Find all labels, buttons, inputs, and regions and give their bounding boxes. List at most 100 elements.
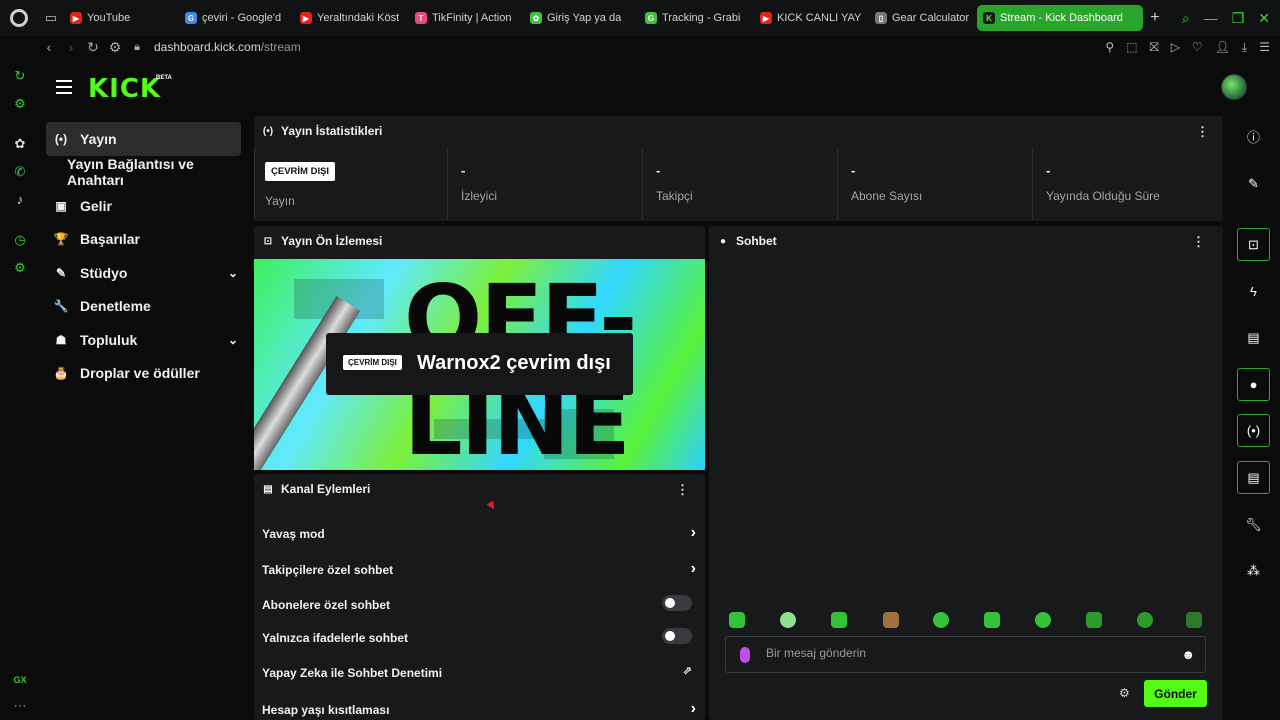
emote-icon[interactable] [1186,612,1202,628]
notes-icon[interactable]: ▤ [1237,321,1270,354]
more-icon[interactable]: ⋯ [12,698,28,714]
emote-icon[interactable] [729,612,745,628]
emoji-picker-icon[interactable]: ☻ [1181,647,1195,662]
browser-tab[interactable]: Gçeviri - Google'd [179,5,294,31]
chat-message-input[interactable] [766,646,1166,660]
gx-control-icon[interactable]: ⚙ [12,96,28,112]
actions-toggle-icon[interactable]: ▤ [1237,461,1270,494]
dashboard-nav: (•) Yayın Yayın Bağlantısı ve Anahtarı ▣… [46,122,246,390]
edit-icon[interactable]: ✎ [1237,167,1270,200]
broadcast-toggle-icon[interactable]: (•) [1237,414,1270,447]
emotes-only-toggle[interactable] [662,628,692,644]
download-icon[interactable]: ⤓ [1242,40,1247,55]
send-button[interactable]: Gönder [1144,680,1207,707]
tab-favicon-icon: ▶ [70,12,82,24]
chat-settings-icon[interactable]: ⚙ [1119,686,1130,700]
wrench-icon[interactable]: 🔧︎ [1237,508,1270,541]
nav-item-gelir[interactable]: ▣ Gelir [46,189,246,223]
nav-item-denetleme[interactable]: 🔧 Denetleme [46,290,246,324]
beta-label: BETA [156,75,172,81]
tiktok-icon[interactable]: ♪ [12,191,28,207]
gx-label[interactable]: GX [12,672,28,688]
subscribers-only-toggle[interactable] [662,595,692,611]
pin-icon[interactable]: ⚲ [1105,40,1114,54]
browser-tab[interactable]: ▶ YouTube [64,5,179,31]
info-icon[interactable]: ⓘ [1237,120,1270,153]
tab-favicon-icon: T [415,12,427,24]
stat-status: ÇEVRİM DIŞI Yayın [254,148,447,220]
profile-icon[interactable]: 👤︎ [1215,40,1230,54]
emote-icon[interactable] [883,612,899,628]
microphone-icon[interactable] [740,647,750,663]
menu-icon[interactable]: ☰ [1259,40,1270,54]
browser-tab[interactable]: G Tracking - Grabi [639,5,754,31]
nav-item-studyo[interactable]: ✎ Stüdyo ⌄ [46,256,246,290]
stat-subscribers: - Abone Sayısı [837,148,1032,220]
tab-kick-dashboard[interactable]: K Stream - Kick Dashboard [977,5,1143,31]
search-tabs-icon[interactable]: ⌕ [1182,10,1190,27]
browser-tab-bar: ▭ ▶ YouTube Gçeviri - Google'd ▶ Yeraltındak… [0,0,1280,36]
adblock-icon[interactable]: ⛝ [1150,40,1159,55]
nav-item-basarilar[interactable]: 🏆 Başarılar [46,223,246,257]
emote-icon[interactable] [1137,612,1153,628]
opera-menu-button[interactable] [0,0,38,36]
money-icon: ▣ [55,198,67,213]
flash-icon[interactable]: ϟ [1237,275,1270,308]
url-field[interactable]: dashboard.kick.com/stream [154,40,301,54]
emote-icon[interactable] [780,612,796,628]
panel-title: Kanal Eylemleri [281,482,371,496]
opera-logo-icon [10,9,28,27]
status-badge: ÇEVRİM DIŞI [265,162,336,181]
whatsapp-icon[interactable]: ✆ [12,164,28,180]
emote-icon[interactable] [1035,612,1051,628]
send-icon[interactable]: ▷ [1171,40,1180,54]
restore-icon[interactable]: ❐ [1232,10,1245,27]
more-options-icon[interactable]: ⋮ [676,482,689,498]
minimize-icon[interactable]: — [1204,10,1218,26]
nav-item-yayin[interactable]: (•) Yayın [46,122,241,156]
reload-icon[interactable]: ↻ [82,39,104,56]
emote-icon[interactable] [984,612,1000,628]
panel-title: Sohbet [736,234,777,248]
browser-tab[interactable]: T TikFinity | Action [409,5,524,31]
channel-actions-panel: ▤ Kanal Eylemleri ⋮ Yavaş mod › Takipçil… [254,474,705,720]
forward-icon[interactable]: › [60,39,82,55]
action-slow-mode[interactable]: Yavaş mod › [262,524,696,541]
more-options-icon[interactable]: ⋮ [1192,234,1205,250]
close-window-icon[interactable]: ✕ [1258,10,1270,27]
chevron-down-icon: ⌄ [227,332,238,347]
preview-toggle-icon[interactable]: ⊡ [1237,228,1270,261]
history-icon[interactable]: ◷ [12,232,28,248]
snapshot-icon[interactable]: ⬚ [1126,40,1137,54]
back-icon[interactable]: ‹ [38,39,60,55]
hamburger-menu-button[interactable] [56,80,72,94]
settings-icon[interactable]: ⚙ [12,260,28,276]
action-ai-moderation[interactable]: Yapay Zeka ile Sohbet Denetimi ⇗ [262,665,696,680]
actions-icon: ▤ [263,483,273,495]
community-icon[interactable]: ⁂ [1237,554,1270,587]
workspaces-icon[interactable]: ▭ [38,0,64,36]
nav-item-droplar[interactable]: 🎂 Droplar ve ödüller [46,357,246,391]
action-followers-only[interactable]: Takipçilere özel sohbet › [262,560,696,577]
site-settings-icon[interactable]: ⚙ [104,39,126,56]
nav-item-topluluk[interactable]: ☗ Topluluk ⌄ [46,323,246,357]
kick-logo[interactable]: KICK [88,74,161,104]
favorite-icon[interactable]: ♡ [1192,40,1203,54]
emote-icon[interactable] [933,612,949,628]
emote-icon[interactable] [831,612,847,628]
browser-tab[interactable]: ▶ Yeraltındaki Köst [294,5,409,31]
avatar[interactable] [1221,74,1247,100]
browser-tab[interactable]: ✿ Giriş Yap ya da [524,5,639,31]
more-options-icon[interactable]: ⋮ [1196,124,1209,140]
action-account-age[interactable]: Hesap yaşı kısıtlaması › [262,700,696,717]
speed-dial-icon[interactable]: ↻ [12,68,28,84]
wrench-icon: 🔧 [53,299,69,314]
browser-tab[interactable]: ▯ Gear Calculator [869,5,973,31]
chatgpt-icon[interactable]: ✿ [12,136,28,152]
nav-item-stream-key[interactable]: Yayın Bağlantısı ve Anahtarı [46,156,246,190]
chat-toggle-icon[interactable]: ● [1237,368,1270,401]
chat-input-box: ☻ [725,636,1206,673]
new-tab-button[interactable]: + [1145,8,1165,28]
emote-icon[interactable] [1086,612,1102,628]
browser-tab[interactable]: ▶ KICK CANLI YAY [754,5,869,31]
